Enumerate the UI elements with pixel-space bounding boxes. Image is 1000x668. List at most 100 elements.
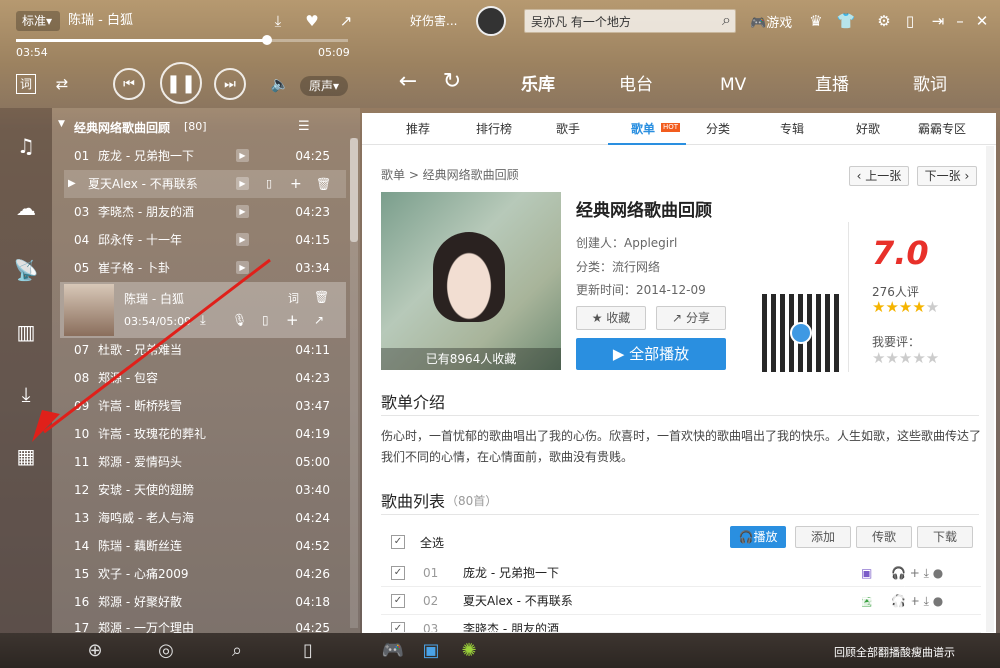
playlist-row[interactable]: 13 海鸣威 - 老人与海 04:24 [64, 504, 346, 532]
share-button[interactable]: ↗ 分享 [656, 306, 726, 330]
song-title[interactable]: 李晓杰 - 朋友的酒 [463, 615, 559, 632]
gear-icon[interactable]: ⚙ [874, 11, 894, 31]
subtab-good-songs[interactable]: 好歌 [856, 121, 880, 137]
close-icon[interactable]: ✕ [972, 11, 992, 31]
mv-icon[interactable]: ▶ [236, 205, 249, 218]
app-icon[interactable]: ✺ [456, 633, 482, 668]
search-box[interactable]: ⌕ [524, 9, 736, 33]
volume-icon[interactable]: 🔈 [270, 74, 290, 94]
phone-icon[interactable]: ▯ [295, 633, 321, 668]
next-track-button[interactable]: ⏭ [214, 68, 246, 100]
breadcrumb[interactable]: 歌单 > 经典网络歌曲回顾 [381, 166, 519, 183]
search-icon[interactable]: ⌕ [224, 633, 250, 668]
mini-mode-icon[interactable]: ⇥ [928, 11, 948, 31]
my-rating-stars[interactable]: ★★★★★ [872, 350, 939, 366]
play-all-button[interactable]: ▶ 全部播放 [576, 338, 726, 370]
prev-track-button[interactable]: ⏮ [113, 68, 145, 100]
tab-lyrics[interactable]: 歌词 [913, 74, 947, 96]
lyric-toggle-button[interactable]: 词 [16, 74, 36, 94]
subtab-artists[interactable]: 歌手 [556, 121, 580, 137]
back-icon[interactable]: ← [398, 71, 418, 93]
subtab-charts[interactable]: 排行榜 [476, 121, 512, 137]
song-checkbox[interactable]: ✓ [391, 622, 405, 632]
playlist-row[interactable]: 03 李晓杰 - 朋友的酒 ▶ 04:23 [64, 198, 346, 226]
tab-mv[interactable]: MV [720, 74, 746, 96]
playlist-row[interactable]: ▶ 夏天Alex - 不再联系 ▶ ▯ + 🗑 [64, 170, 346, 198]
cloud-icon[interactable]: ☁ [10, 192, 42, 224]
song-checkbox[interactable]: ✓ [391, 566, 405, 580]
add-selected-button[interactable]: 添加 [795, 526, 851, 548]
playlist-row[interactable]: 17 郑源 - 一万个理由 04:25 [64, 614, 346, 633]
playlist-scrollbar[interactable] [350, 138, 358, 628]
game-controller-icon[interactable]: 🎮 [380, 633, 406, 668]
playlist-row[interactable]: 01 庞龙 - 兄弟抱一下 ▶ 04:25 [64, 142, 346, 170]
subtab-recommend[interactable]: 推荐 [406, 121, 430, 137]
download-selected-button[interactable]: 下载 [917, 526, 973, 548]
play-selected-button[interactable]: 🎧播放 [730, 526, 786, 548]
skin-icon[interactable]: 👕 [836, 11, 856, 31]
elapsed-time: 03:54 [16, 46, 48, 59]
quality-dropdown[interactable]: 标准▾ [16, 11, 60, 31]
subtab-albums[interactable]: 专辑 [780, 121, 804, 137]
phone-send-icon[interactable]: ▯ [266, 170, 272, 198]
kugou-icon[interactable]: ▣ [418, 633, 444, 668]
scrollbar-thumb[interactable] [350, 138, 358, 242]
avatar[interactable] [476, 6, 506, 36]
search-icon[interactable]: ⌕ [722, 10, 731, 30]
subtab-special-zone[interactable]: 霸霸专区 [918, 121, 966, 137]
delete-icon[interactable]: 🗑 [316, 170, 331, 198]
next-page-button[interactable]: 下一张 › [917, 166, 977, 186]
sound-mode-dropdown[interactable]: 原声▾ [300, 76, 348, 96]
playlist-header[interactable]: ▼ 经典网络歌曲回顾 [80] ☰ [52, 117, 348, 139]
playlist-row[interactable]: 11 郑源 - 爱情码头 05:00 [64, 448, 346, 476]
progress-knob[interactable] [262, 35, 272, 45]
music-note-icon[interactable]: ♫ [10, 130, 42, 162]
add-icon[interactable]: + [290, 170, 302, 198]
delete-icon[interactable]: 🗑 [314, 290, 329, 304]
mv-icon[interactable]: ▶ [236, 233, 249, 246]
play-selected-label: 播放 [753, 530, 778, 544]
share-icon[interactable]: ↗ [336, 11, 356, 31]
refresh-icon[interactable]: ↻ [442, 71, 462, 93]
shuffle-icon[interactable]: ⇄ [52, 74, 72, 94]
playlist-row[interactable]: 14 陈瑞 - 藕断丝连 04:52 [64, 532, 346, 560]
minimize-icon[interactable]: – [950, 11, 970, 31]
locate-icon[interactable]: ◎ [153, 633, 179, 668]
favorite-button[interactable]: ★ 收藏 [576, 306, 646, 330]
search-input[interactable] [525, 10, 705, 32]
subtab-playlists[interactable]: 歌单 [631, 121, 655, 137]
intro-heading: 歌单介绍 [381, 393, 446, 412]
tab-live[interactable]: 直播 [815, 74, 849, 96]
tab-radio[interactable]: 电台 [619, 74, 653, 96]
subtab-categories[interactable]: 分类 [706, 121, 730, 137]
heart-icon[interactable]: ♥ [302, 11, 322, 31]
download-icon[interactable]: ⤓ [268, 11, 288, 31]
playlist-row[interactable]: 04 邱永传 - 十一年 ▶ 04:15 [64, 226, 346, 254]
transfer-button[interactable]: 传歌 [856, 526, 912, 548]
pause-button[interactable]: ❚❚ [160, 62, 202, 104]
mv-icon[interactable]: ▶ [236, 177, 249, 190]
mv-icon[interactable]: ▶ [236, 149, 249, 162]
phone-icon[interactable]: ▯ [900, 11, 920, 31]
content-scrollbar[interactable] [986, 146, 994, 632]
collapse-icon[interactable]: ▼ [58, 119, 65, 129]
add-circle-icon[interactable]: ⊕ [82, 633, 108, 668]
song-checkbox[interactable]: ✓ [391, 594, 405, 608]
song-title[interactable]: 夏天Alex - 不再联系 [463, 587, 573, 615]
vip-icon[interactable]: ♛ [806, 11, 826, 31]
tab-library[interactable]: 乐库 [521, 74, 555, 96]
playlist-cover[interactable]: 已有8964人收藏 [381, 192, 561, 370]
games-link[interactable]: 🎮游戏 [750, 12, 792, 31]
playlist-row[interactable]: 12 安琥 - 天使的翅膀 03:40 [64, 476, 346, 504]
playlist-menu-icon[interactable]: ☰ [298, 119, 310, 134]
prev-page-label: 上一张 [865, 169, 902, 183]
share-icon[interactable]: ↗ [314, 313, 324, 327]
progress-bar[interactable] [16, 35, 348, 45]
prev-page-button[interactable]: ‹ 上一张 [849, 166, 909, 186]
select-all-checkbox[interactable]: ✓ [391, 535, 405, 549]
play-row-icon[interactable]: ▶ [68, 170, 76, 198]
song-title[interactable]: 庞龙 - 兄弟抱一下 [463, 559, 559, 587]
row-title: 郑源 - 好聚好散 [98, 595, 182, 609]
playlist-row[interactable]: 16 郑源 - 好聚好散 04:18 [64, 588, 346, 616]
playlist-row[interactable]: 15 欢子 - 心痛2009 04:26 [64, 560, 346, 588]
